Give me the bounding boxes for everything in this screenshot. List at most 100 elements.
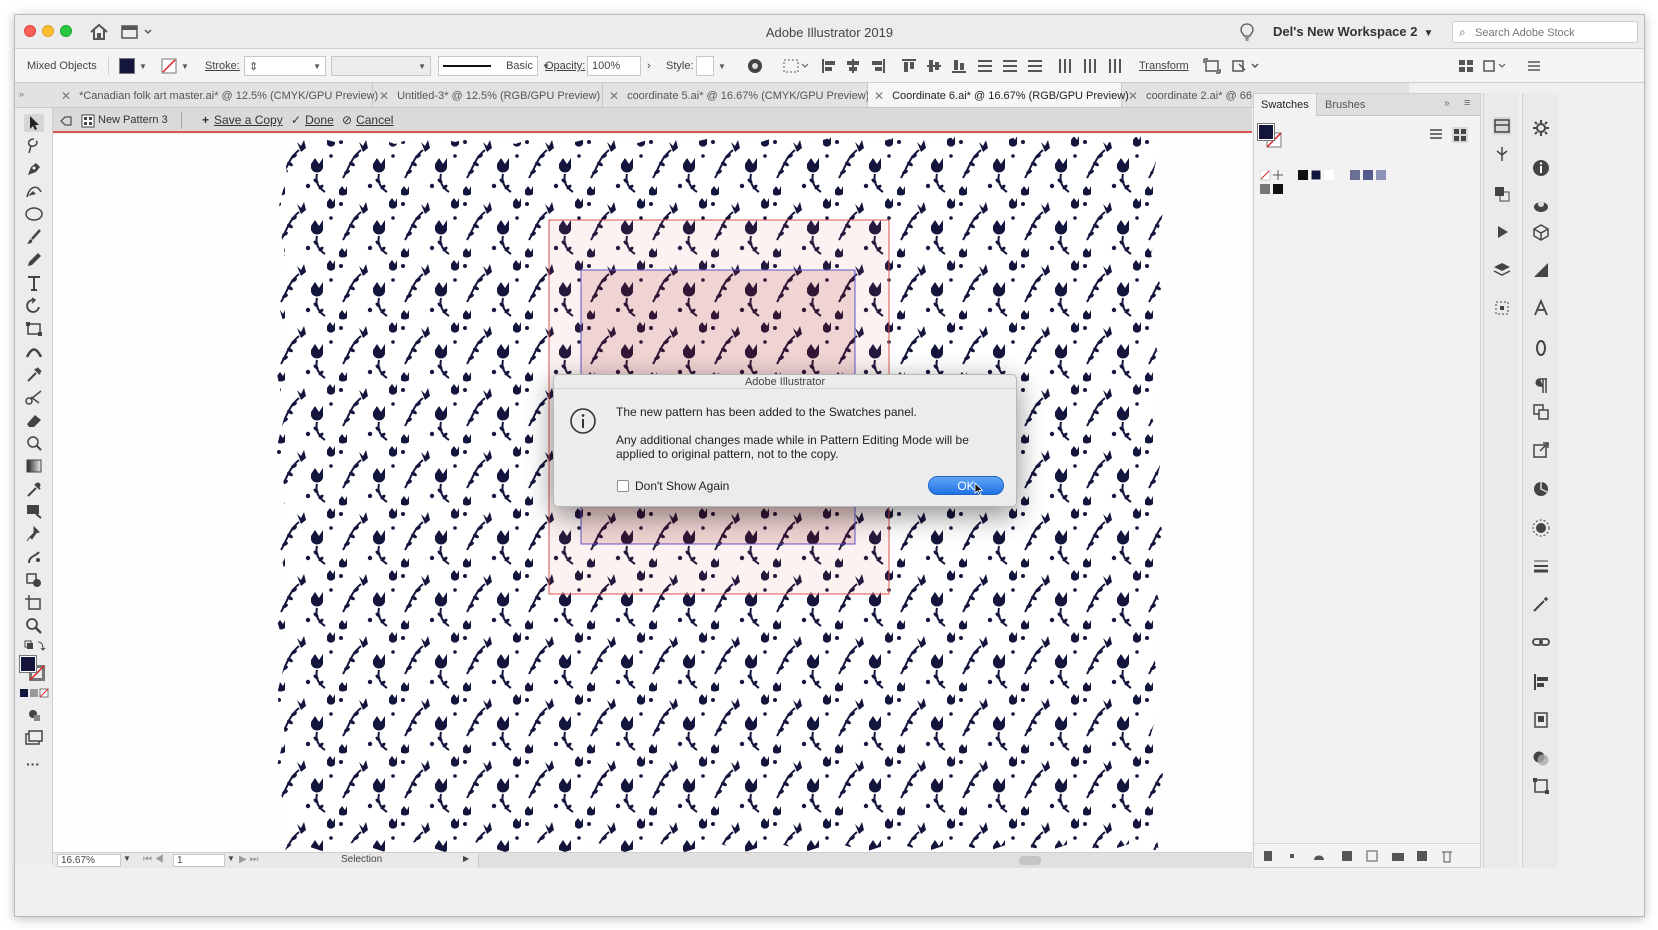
zoom-field[interactable]: 16.67% (57, 854, 121, 867)
3d-cube-icon[interactable] (1532, 223, 1550, 241)
stroke-panel-icon[interactable] (1532, 557, 1550, 575)
close-tab-icon[interactable]: ✕ (1128, 89, 1138, 103)
free-transform-tool-icon[interactable] (24, 320, 44, 338)
links-icon[interactable] (1532, 633, 1550, 651)
align-to-icon[interactable] (783, 58, 809, 74)
magic-wand-lasso-icon[interactable] (24, 137, 44, 155)
color-picker-tool-icon[interactable] (24, 480, 44, 498)
fill-color-well[interactable] (19, 655, 37, 673)
color-mode-icons[interactable] (20, 688, 50, 698)
brush-dropdown[interactable]: Basic ▼ (438, 49, 550, 83)
artboard-number-field[interactable]: 1 (173, 854, 225, 867)
swap-colors-icon[interactable] (24, 637, 46, 655)
close-tab-icon[interactable]: ✕ (61, 89, 71, 103)
first-artboard-icon[interactable]: ⏮ ◀ (143, 854, 164, 865)
tab-coordinate-6[interactable]: ✕ Coordinate 6.ai* @ 16.67% (RGB/GPU Prev… (868, 83, 1129, 107)
transform-panel-icon[interactable] (1493, 299, 1511, 317)
close-tab-icon[interactable]: ✕ (609, 89, 619, 103)
stock-search-input[interactable] (1475, 25, 1633, 40)
pen-tool-icon[interactable] (24, 159, 44, 177)
transparency-icon[interactable] (1532, 749, 1550, 767)
workspace-menu[interactable]: Del's New Workspace 2 ▼ (1273, 24, 1433, 39)
pathfinder-icon[interactable] (1493, 185, 1511, 203)
artboards-panel-icon[interactable] (1532, 403, 1550, 421)
rotate-tool-icon[interactable] (24, 297, 44, 315)
screen-mode-icon[interactable] (24, 729, 44, 747)
drawing-modes-icon[interactable] (24, 706, 44, 724)
tab-brushes[interactable]: Brushes (1318, 94, 1372, 116)
paintbrush-tool-icon[interactable] (24, 228, 44, 246)
appearance-icon[interactable] (1532, 519, 1550, 537)
opacity-field[interactable]: 100% › (587, 49, 651, 83)
style-dropdown[interactable]: ▼ (696, 49, 726, 83)
back-arrow-icon[interactable] (59, 114, 73, 128)
eyedropper-tool-icon[interactable] (24, 365, 44, 383)
chevron-down-icon[interactable]: ▼ (123, 854, 131, 863)
status-menu-arrow-icon[interactable]: ▶ (463, 854, 469, 863)
puppet-warp-icon[interactable] (1493, 145, 1511, 163)
actions-play-icon[interactable] (1493, 223, 1511, 241)
chevron-right-icon[interactable]: › (647, 60, 651, 72)
layout-options-icon[interactable] (1482, 58, 1508, 74)
close-tab-icon[interactable]: ✕ (379, 89, 389, 103)
magic-wand-icon[interactable] (1532, 595, 1550, 613)
info-icon[interactable] (1532, 159, 1550, 177)
export-icon[interactable] (1532, 441, 1550, 459)
last-artboard-icon[interactable]: ▶ ⏭ (239, 854, 258, 865)
color-guide-icon[interactable] (1532, 479, 1550, 497)
stroke-label[interactable]: Stroke: (205, 49, 240, 83)
swatch-actions-icons[interactable] (1262, 848, 1462, 864)
shape-builder-tool-icon[interactable] (24, 571, 44, 589)
stock-search[interactable]: ⌕ (1452, 21, 1638, 43)
align-panel-icon[interactable] (1532, 673, 1550, 691)
pencil-tool-icon[interactable] (24, 251, 44, 269)
selection-tool-icon[interactable] (24, 114, 44, 132)
tab-untitled-3[interactable]: ✕ Untitled-3* @ 12.5% (RGB/GPU Preview) (373, 83, 603, 107)
stroke-weight-field[interactable]: ⇕ ▼ (244, 49, 326, 83)
gradient-panel-icon[interactable] (1532, 261, 1550, 279)
save-copy-button[interactable]: + Save a Copy (202, 113, 283, 127)
libraries-icon[interactable] (1532, 197, 1550, 215)
checkbox-box[interactable] (617, 480, 629, 492)
lasso-zoom-tool-icon[interactable] (24, 434, 44, 452)
character-panel-icon[interactable] (1532, 299, 1550, 317)
properties-panel-icon[interactable] (1493, 117, 1511, 135)
arrange-documents-icon[interactable] (1457, 58, 1475, 74)
gradient-tool-icon[interactable] (24, 457, 44, 475)
more-tools-icon[interactable]: ··· (26, 756, 40, 772)
select-similar-icon[interactable] (1231, 58, 1261, 74)
curvature-tool-icon[interactable] (24, 182, 44, 200)
stroke-swatch[interactable]: ▼ (161, 49, 189, 83)
cancel-button[interactable]: ⊘ Cancel (342, 113, 393, 127)
blend-tool-icon[interactable] (24, 502, 44, 520)
paragraph-icon[interactable] (1532, 377, 1550, 395)
collapse-toolbar-icon[interactable]: » (15, 83, 55, 108)
thumbnail-view-icon[interactable] (1452, 127, 1468, 143)
expand-panel-icon[interactable]: » (1444, 98, 1450, 109)
artboard-tool-icon[interactable] (24, 594, 44, 612)
ellipse-tool-icon[interactable] (24, 205, 44, 223)
opacity-value[interactable]: 100% (587, 56, 641, 76)
align-objects-icons[interactable] (821, 58, 991, 74)
swatch-grid[interactable] (1260, 170, 1400, 198)
scrollbar-thumb[interactable] (1019, 856, 1041, 865)
width-tool-icon[interactable] (24, 343, 44, 361)
tab-swatches[interactable]: Swatches (1254, 94, 1317, 116)
transform-link[interactable]: Transform (1139, 49, 1189, 83)
chevron-down-icon[interactable]: ▼ (227, 854, 235, 863)
panel-menu-icon[interactable] (1525, 58, 1543, 74)
scissors-tool-icon[interactable] (24, 388, 44, 406)
recolor-artwork-icon[interactable] (746, 58, 764, 74)
opentype-icon[interactable] (1532, 339, 1550, 357)
eraser-tool-icon[interactable] (24, 411, 44, 429)
list-view-icon[interactable] (1428, 128, 1444, 142)
symbol-sprayer-tool-icon[interactable] (24, 548, 44, 566)
pin-tool-icon[interactable] (24, 525, 44, 543)
done-button[interactable]: ✓ Done (291, 113, 334, 127)
lightbulb-icon[interactable] (1240, 23, 1254, 41)
tab-canadian-folk-art[interactable]: ✕ *Canadian folk art master.ai* @ 12.5% (… (55, 83, 378, 107)
isolate-icon[interactable] (1203, 58, 1221, 74)
opacity-label[interactable]: Opacity: (545, 49, 585, 83)
close-tab-icon[interactable]: ✕ (874, 89, 884, 103)
document-info-icon[interactable] (1532, 711, 1550, 729)
